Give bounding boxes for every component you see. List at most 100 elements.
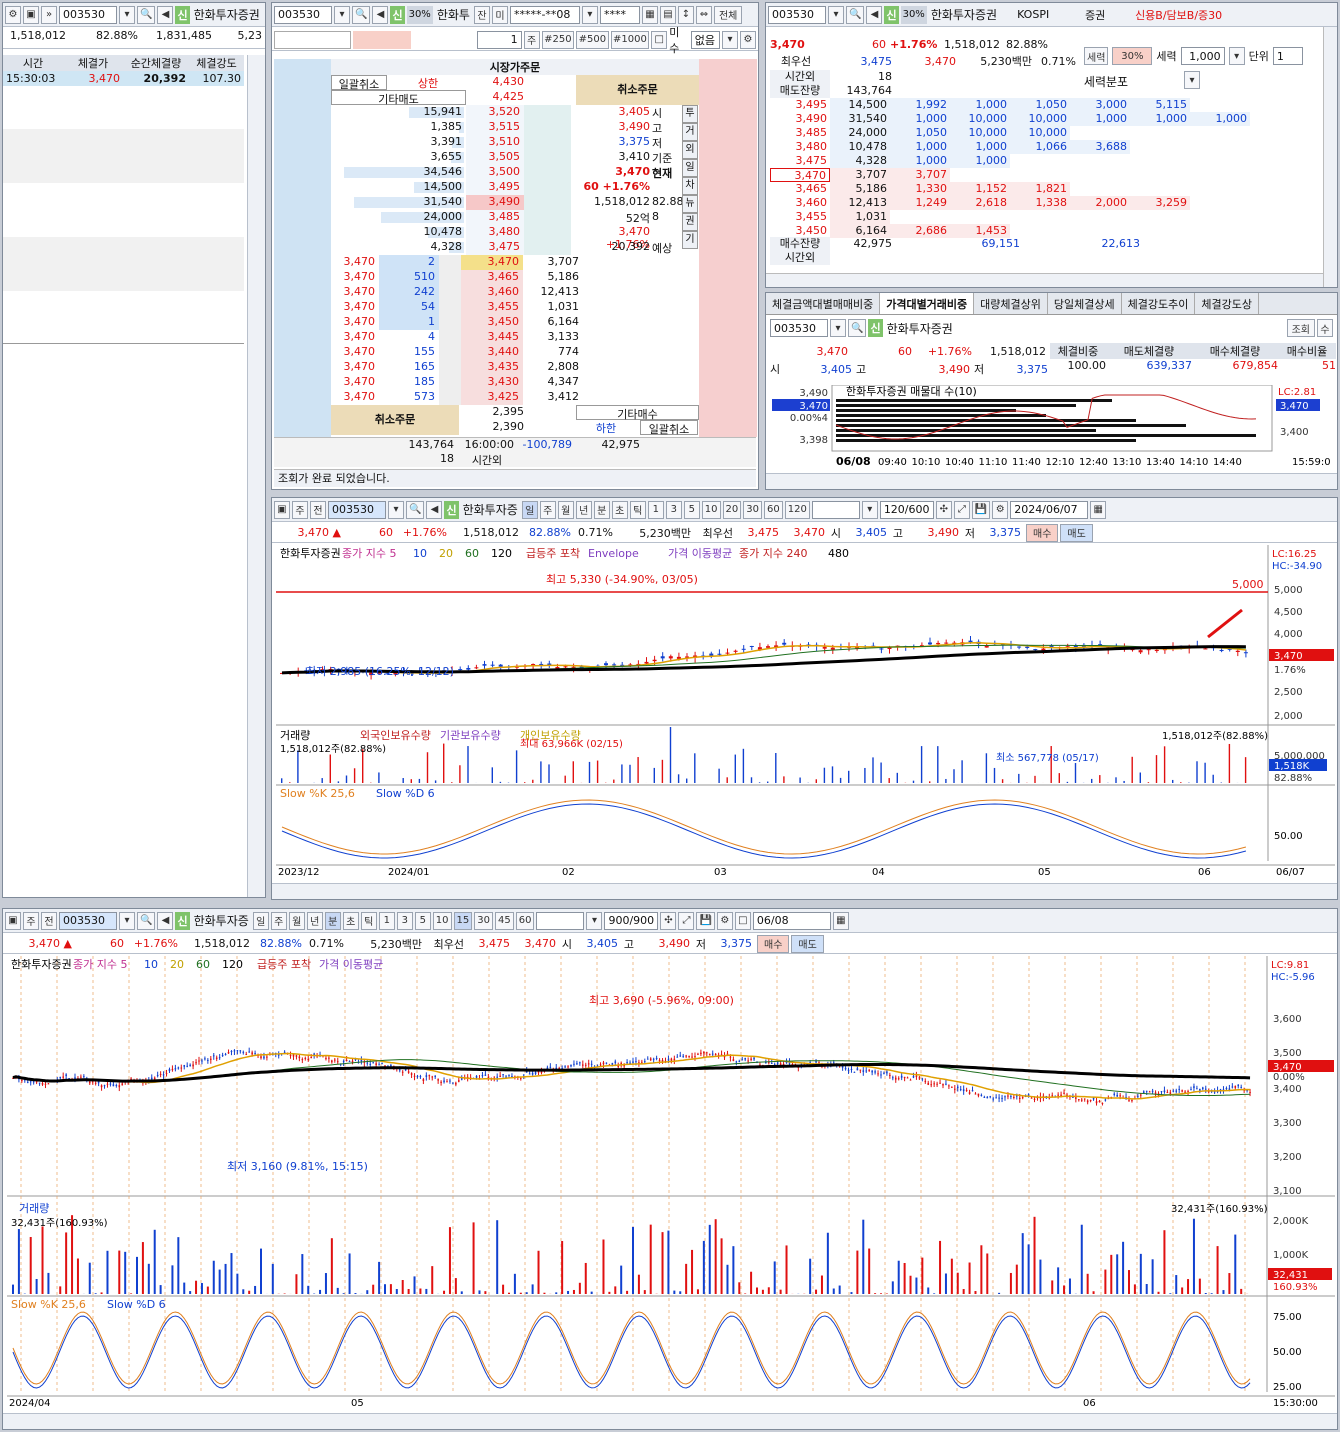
side-tab[interactable]: 뉴 bbox=[682, 195, 698, 213]
side-tab[interactable]: 거 bbox=[682, 123, 698, 141]
code-input[interactable]: 003530 bbox=[770, 319, 828, 337]
interval-3[interactable]: 3 bbox=[396, 911, 413, 930]
interval-20[interactable]: 20 bbox=[722, 500, 742, 519]
bid-row[interactable]: 3,470 242 3,460 12,413 bbox=[331, 285, 699, 300]
search-icon[interactable]: 🔍 bbox=[137, 911, 156, 930]
chevron-down-icon[interactable]: ▾ bbox=[581, 5, 598, 24]
interval-60[interactable]: 60 bbox=[515, 911, 535, 930]
stock-type[interactable]: 주 bbox=[292, 500, 308, 519]
search-icon[interactable]: 🔍 bbox=[846, 5, 865, 24]
chevron-down-icon[interactable]: ▾ bbox=[861, 500, 878, 519]
h-scrollbar[interactable] bbox=[766, 273, 1323, 287]
interval-1[interactable]: 1 bbox=[647, 500, 664, 519]
gear-icon[interactable]: ⚙ bbox=[740, 30, 756, 49]
ask-row[interactable]: 14,500 3,495 bbox=[331, 180, 571, 195]
bid-price[interactable]: 3,465 bbox=[461, 270, 523, 285]
bid-price[interactable]: 3,460 bbox=[461, 285, 523, 300]
tab-1[interactable]: 가격대별거래비중 bbox=[880, 293, 975, 314]
period-input[interactable]: 120/600 bbox=[879, 500, 934, 519]
price-type[interactable] bbox=[353, 30, 412, 49]
bid-price[interactable]: 3,455 bbox=[461, 300, 523, 315]
resize-icon[interactable]: ⇔ bbox=[695, 5, 712, 24]
chevron-down-icon[interactable]: ▾ bbox=[119, 5, 135, 24]
ask-price[interactable]: 3,520 bbox=[466, 105, 524, 120]
ask-row[interactable]: 1,385 3,515 bbox=[331, 120, 571, 135]
interval-1[interactable]: 1 bbox=[378, 911, 395, 930]
swap-icon[interactable]: ↕ bbox=[677, 5, 694, 24]
tab-0[interactable]: 체결금액대별매매비중 bbox=[766, 293, 881, 314]
tab-일[interactable]: 일 bbox=[252, 911, 269, 930]
ask-price[interactable]: 3,495 bbox=[466, 180, 524, 195]
tab-년[interactable]: 년 bbox=[575, 500, 592, 519]
ask-price[interactable]: 3,510 bbox=[466, 135, 524, 150]
save-icon[interactable]: ▦ bbox=[641, 5, 658, 24]
ask-row[interactable]: 3,655 3,505 bbox=[331, 150, 571, 165]
price-field[interactable] bbox=[274, 30, 352, 49]
cancel-all-buy-button[interactable]: 일괄취소 bbox=[640, 420, 698, 436]
tab-분[interactable]: 분 bbox=[593, 500, 610, 519]
qty-500-button[interactable]: #500 bbox=[576, 30, 609, 49]
market-order-title[interactable]: 시장가주문 bbox=[331, 59, 699, 75]
interval-5[interactable]: 5 bbox=[414, 911, 431, 930]
tab-일[interactable]: 일 bbox=[521, 500, 538, 519]
tab-년[interactable]: 년 bbox=[306, 911, 323, 930]
tab-틱[interactable]: 틱 bbox=[360, 911, 377, 930]
interval-30[interactable]: 30 bbox=[474, 911, 493, 930]
query-button[interactable]: 조회 bbox=[1286, 319, 1315, 337]
tab-월[interactable]: 월 bbox=[288, 911, 305, 930]
interval-10[interactable]: 10 bbox=[432, 911, 452, 930]
tab-분[interactable]: 분 bbox=[324, 911, 341, 930]
bid-price[interactable]: 3,425 bbox=[461, 390, 523, 405]
code-input[interactable]: 003530 bbox=[274, 5, 332, 24]
ask-row[interactable]: 4,328 3,475 bbox=[331, 240, 571, 255]
cancel-all-sell-button[interactable]: 일괄취소 bbox=[331, 75, 387, 91]
bid-row[interactable]: 3,470 2 3,470 3,707 bbox=[331, 255, 699, 270]
side-tab[interactable]: 투 bbox=[682, 105, 698, 123]
more-icon[interactable]: 수 bbox=[1317, 319, 1333, 337]
side-tab[interactable]: 외 bbox=[682, 141, 698, 159]
bid-price[interactable]: 3,445 bbox=[461, 330, 523, 345]
ask-row[interactable]: 10,478 3,480 bbox=[331, 225, 571, 240]
speaker-icon[interactable]: ◀ bbox=[426, 500, 443, 519]
bid-row[interactable]: 3,470 1 3,450 6,164 bbox=[331, 315, 699, 330]
bid-row[interactable]: 3,470 165 3,435 2,808 bbox=[331, 360, 699, 375]
chart-scrollbar[interactable] bbox=[766, 473, 1337, 489]
all-button[interactable]: 전체 bbox=[713, 5, 743, 24]
interval-input[interactable] bbox=[811, 500, 860, 519]
scrollbar[interactable] bbox=[247, 55, 265, 897]
prev-button[interactable]: 전 bbox=[41, 911, 57, 930]
chevron-down-icon[interactable]: ▾ bbox=[1184, 71, 1200, 89]
search-icon[interactable]: 🔍 bbox=[848, 319, 867, 337]
buy-button[interactable]: 매수 bbox=[757, 934, 790, 953]
bid-price[interactable]: 3,435 bbox=[461, 360, 523, 375]
gear-icon[interactable]: ⚙ bbox=[5, 5, 21, 24]
sell-button[interactable]: 매도 bbox=[1060, 523, 1093, 542]
doc-icon[interactable]: ▤ bbox=[659, 5, 676, 24]
interval-10[interactable]: 10 bbox=[701, 500, 721, 519]
chevron-down-icon[interactable]: ▾ bbox=[119, 911, 135, 930]
tab-주[interactable]: 주 bbox=[270, 911, 287, 930]
interval-3[interactable]: 3 bbox=[665, 500, 682, 519]
search-icon[interactable]: 🔍 bbox=[352, 5, 371, 24]
code-input[interactable]: 003530 bbox=[59, 5, 117, 24]
save-icon[interactable]: 💾 bbox=[696, 911, 715, 930]
tab-월[interactable]: 월 bbox=[557, 500, 574, 519]
interval-15[interactable]: 15 bbox=[453, 911, 473, 930]
gear-icon[interactable]: ⚙ bbox=[992, 500, 1009, 519]
bid-price[interactable]: 3,450 bbox=[461, 315, 523, 330]
calendar-icon[interactable]: ▦ bbox=[832, 911, 849, 930]
tab-2[interactable]: 대량체결상위 bbox=[974, 293, 1048, 314]
tab-5[interactable]: 체결강도상 bbox=[1195, 293, 1259, 314]
code-input[interactable]: 003530 bbox=[328, 500, 386, 519]
date-checkbox[interactable]: □ bbox=[734, 911, 751, 930]
account-select[interactable]: *****-**08 bbox=[509, 5, 580, 24]
chevron-down-icon[interactable]: ▾ bbox=[828, 5, 844, 24]
unit-input[interactable]: 1 bbox=[1272, 47, 1303, 65]
cancel-sell-order-button[interactable]: 취소주문 bbox=[576, 75, 699, 105]
calendar-icon[interactable]: ▦ bbox=[1090, 500, 1107, 519]
ask-row[interactable]: 34,546 3,500 bbox=[331, 165, 571, 180]
tab-초[interactable]: 초 bbox=[611, 500, 628, 519]
bid-price[interactable]: 3,440 bbox=[461, 345, 523, 360]
buy-button[interactable]: 매수 bbox=[1026, 523, 1059, 542]
side-tab[interactable]: 기 bbox=[682, 231, 698, 249]
